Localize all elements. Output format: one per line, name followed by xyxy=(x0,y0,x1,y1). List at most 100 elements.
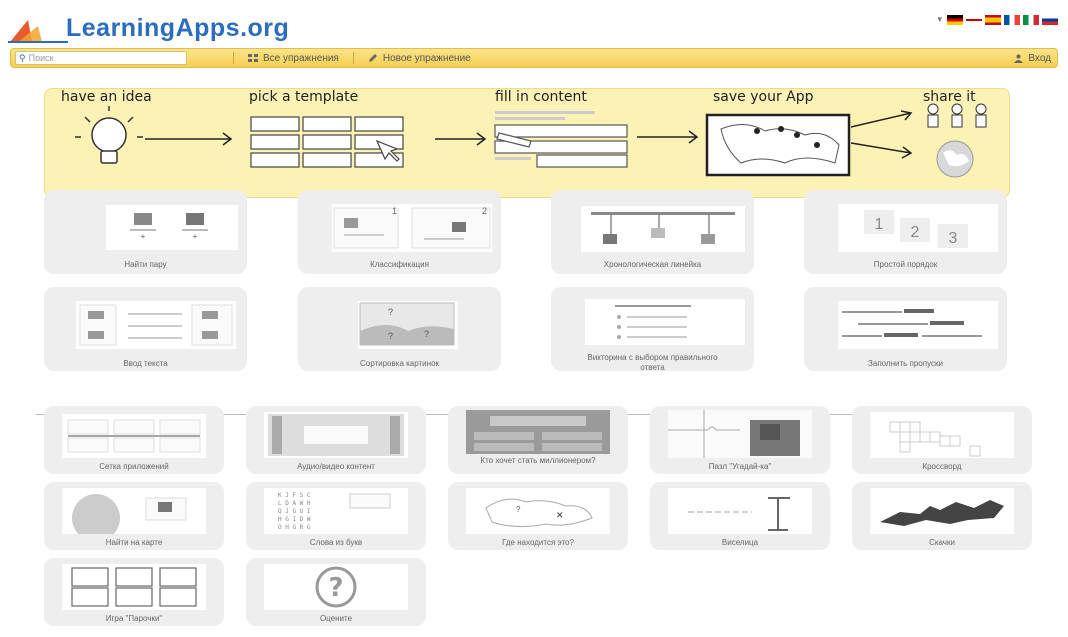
template-tile[interactable]: 12 Классификация xyxy=(298,190,501,274)
all-exercises-link[interactable]: Все упражнения xyxy=(248,53,339,64)
template-thumbnail xyxy=(466,410,610,454)
film-strip-icon xyxy=(268,414,404,456)
new-exercise-label: Новое упражнение xyxy=(382,52,471,64)
flag-de-icon[interactable] xyxy=(947,14,963,25)
template-label: Найти на карте xyxy=(105,538,163,547)
fill-blanks-icon xyxy=(842,309,982,337)
search-placeholder: Поиск xyxy=(28,53,54,63)
text-input-icon xyxy=(79,304,233,346)
template-thumbnail: ? ✕ xyxy=(466,488,610,534)
template-tile[interactable]: Кто хочет стать миллионером? xyxy=(448,406,628,474)
template-tile[interactable]: K J F S CL D A W HQ J G U I H G I D WO H… xyxy=(246,482,426,550)
millionaire-icon xyxy=(466,410,610,454)
flag-es-icon[interactable] xyxy=(985,14,1001,25)
user-icon xyxy=(1014,54,1024,63)
how-it-works-banner: have an idea pick a template fill in con… xyxy=(44,88,1010,198)
crossword-icon xyxy=(889,421,981,457)
template-thumbnail xyxy=(585,299,745,345)
svg-text:?: ? xyxy=(388,307,393,317)
people-icon xyxy=(927,103,987,128)
svg-text:+: + xyxy=(141,232,146,241)
chevron-down-icon[interactable]: ▾ xyxy=(937,14,942,25)
app-grid-icon xyxy=(67,419,201,453)
svg-text:?: ? xyxy=(328,573,343,603)
template-tile[interactable]: Заполнить пропуски xyxy=(804,287,1007,371)
template-label: Скачки xyxy=(929,538,955,547)
where-is-it-icon: ?✕ xyxy=(485,498,593,528)
template-label: Слова из букв xyxy=(309,538,363,547)
template-tile[interactable]: ? Оцените xyxy=(246,558,426,626)
logo[interactable]: LearningApps.org xyxy=(8,6,368,46)
template-label: Викторина с выбором правильного ответа xyxy=(587,353,718,372)
flag-fr-icon[interactable] xyxy=(1004,14,1020,25)
svg-text:2: 2 xyxy=(911,224,920,241)
template-label: Классификация xyxy=(370,260,429,269)
template-thumbnail: K J F S CL D A W HQ J G U I H G I D WO H… xyxy=(264,488,408,534)
new-exercise-link[interactable]: Новое упражнение xyxy=(368,53,471,64)
template-tile[interactable]: Виселица xyxy=(650,482,830,550)
simple-order-icon: 1 2 3 xyxy=(864,210,968,248)
svg-text:?: ? xyxy=(516,505,521,514)
map-find-icon xyxy=(72,494,187,542)
top-navigation-bar: ⚲ Поиск Все упражнения Новое упражнение … xyxy=(10,48,1058,68)
svg-text:2: 2 xyxy=(482,206,487,216)
template-tile[interactable]: Кроссворд xyxy=(852,406,1032,474)
form-fields-icon xyxy=(494,111,628,168)
template-label: Где находится это? xyxy=(502,538,574,547)
template-thumbnail xyxy=(870,488,1014,534)
template-tile[interactable]: Скачки xyxy=(852,482,1032,550)
login-label: Вход xyxy=(1028,52,1051,64)
template-tile[interactable]: Сетка приложений xyxy=(44,406,224,474)
horse-race-icon xyxy=(880,500,1004,526)
template-label: Пазл "Угадай-ка" xyxy=(708,462,772,471)
svg-text:L D A W H: L D A W H xyxy=(278,500,311,507)
svg-text:Q J G U I: Q J G U I xyxy=(278,508,311,515)
quiz-icon xyxy=(615,305,691,339)
template-tile[interactable]: ? ✕ Где находится это? xyxy=(448,482,628,550)
template-tile[interactable]: Аудио/видео контент xyxy=(246,406,426,474)
svg-text:O H G R G: O H G R G xyxy=(278,524,311,531)
flag-gb-icon[interactable] xyxy=(966,14,982,25)
map-board-icon xyxy=(705,113,851,177)
logo-text: LearningApps.org xyxy=(66,14,290,42)
template-tile[interactable]: Пазл "Угадай-ка" xyxy=(650,406,830,474)
workflow-illustration xyxy=(75,103,987,178)
grid-icon xyxy=(248,53,258,62)
template-label: Виселица xyxy=(721,538,759,547)
template-tile[interactable]: 1 2 3 Простой порядок xyxy=(804,190,1007,274)
login-link[interactable]: Вход xyxy=(1014,53,1051,64)
word-search-icon: K J F S CL D A W HQ J G U I H G I D WO H… xyxy=(278,492,391,531)
template-tile[interactable]: + + Найти пару xyxy=(44,190,247,274)
template-label: Простой порядок xyxy=(873,260,938,269)
all-exercises-label: Все упражнения xyxy=(263,52,339,64)
flag-ru-icon[interactable] xyxy=(1042,14,1058,25)
template-thumbnail xyxy=(870,412,1014,458)
pairs-game-icon xyxy=(71,567,197,607)
template-tile[interactable]: Викторина с выбором правильного ответа xyxy=(551,287,754,372)
template-thumbnail xyxy=(668,488,812,534)
picture-sort-icon: ??? xyxy=(359,302,455,346)
template-thumbnail: 1 2 3 xyxy=(838,204,998,252)
lightbulb-icon xyxy=(75,106,143,164)
template-tile[interactable]: Игра "Парочки" xyxy=(44,558,224,626)
svg-text:?: ? xyxy=(388,331,393,341)
template-tile[interactable]: Хронологическая линейка xyxy=(551,190,754,274)
template-tile[interactable]: Ввод текста xyxy=(44,287,247,371)
flag-it-icon[interactable] xyxy=(1023,14,1039,25)
puzzle-icon xyxy=(668,410,812,458)
classification-icon: 12 xyxy=(333,206,491,249)
template-thumbnail xyxy=(62,564,206,610)
timeline-icon xyxy=(591,212,735,244)
template-tile[interactable]: ??? Сортировка картинок xyxy=(298,287,501,371)
language-selector[interactable]: ▾ xyxy=(937,14,1058,25)
question-mark-icon: ? xyxy=(315,566,357,608)
template-label: Сетка приложений xyxy=(99,462,169,471)
svg-text:✕: ✕ xyxy=(556,510,564,520)
template-thumbnail: + + xyxy=(106,205,238,250)
template-tile[interactable]: Найти на карте xyxy=(44,482,224,550)
divider xyxy=(352,52,354,64)
search-input[interactable]: ⚲ Поиск xyxy=(15,51,187,65)
svg-text:+: + xyxy=(193,232,198,241)
divider xyxy=(233,52,234,64)
template-thumbnail xyxy=(838,301,998,349)
